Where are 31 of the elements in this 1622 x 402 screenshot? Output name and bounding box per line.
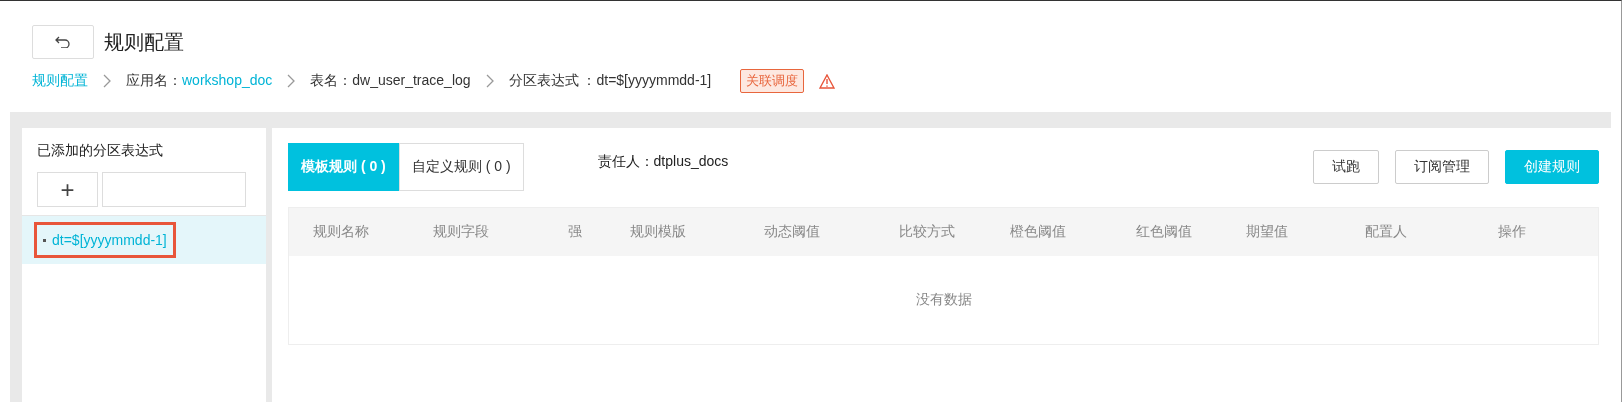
breadcrumb-item[interactable]: 应用名：workshop_doc: [126, 72, 273, 90]
breadcrumb-item: 表名：dw_user_trace_log: [310, 72, 471, 90]
owner-label: 责任人：dtplus_docs: [597, 153, 730, 171]
action-button[interactable]: 订阅管理: [1395, 150, 1489, 184]
back-button[interactable]: [32, 25, 94, 59]
column-header: 橙色阈值: [1010, 223, 1067, 241]
input-field[interactable]: [102, 172, 246, 207]
column-header: 红色阈值: [1136, 223, 1193, 241]
column-header: 规则字段: [433, 223, 490, 241]
page-title: 规则配置: [104, 29, 184, 55]
column-header: 配置人: [1365, 223, 1408, 241]
empty-message: 没有数据: [915, 291, 972, 309]
column-header: 比较方式: [899, 223, 956, 241]
warning-icon: [819, 73, 836, 89]
chevron-right-icon: [103, 74, 111, 88]
action-button[interactable]: 试跑: [1313, 150, 1379, 184]
add-button[interactable]: +: [37, 172, 98, 207]
column-header: 规则模版: [630, 223, 687, 241]
column-header: 期望值: [1246, 223, 1289, 241]
partition-label: dt=$[yyyymmdd-1]: [52, 232, 167, 248]
chevron-right-icon: [287, 74, 296, 88]
column-header: 动态阈值: [764, 223, 821, 241]
column-header: 操作: [1498, 223, 1527, 241]
tab[interactable]: 自定义规则 ( 0 ): [398, 143, 524, 191]
chevron-right-icon: [485, 74, 494, 88]
undo-icon: [55, 36, 71, 48]
column-header: 规则名称: [313, 223, 370, 241]
panel-title: 已添加的分区表达式: [36, 141, 164, 160]
column-header: 强: [568, 223, 583, 241]
breadcrumb-item: 分区表达式 ：dt=$[yyyymmdd-1]: [508, 72, 712, 90]
bullet-icon: [43, 238, 46, 242]
